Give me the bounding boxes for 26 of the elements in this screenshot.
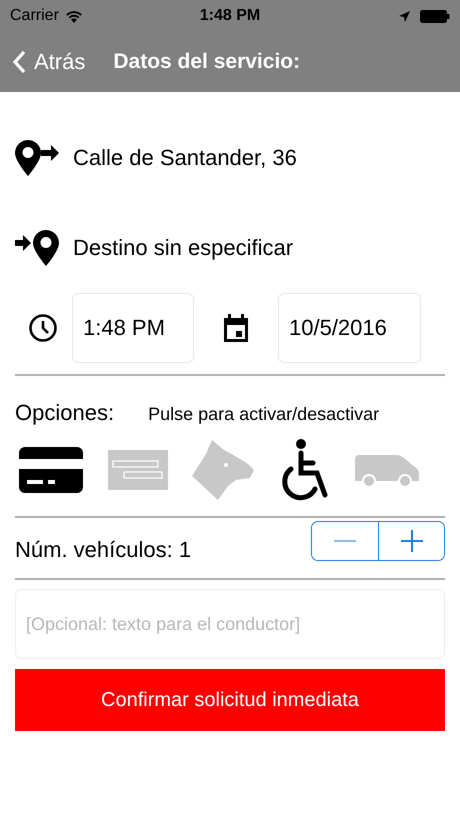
date-field[interactable]: 10/5/2016 [278, 293, 421, 363]
battery-icon [420, 10, 450, 22]
screen-title: Datos del servicio: [113, 50, 300, 74]
carrier-label: Carrier [10, 7, 59, 25]
time-field[interactable]: 1:48 PM [72, 293, 194, 363]
chevron-left-icon [12, 50, 26, 74]
options-label: Opciones: [15, 400, 114, 426]
clock-time: 1:48 PM [200, 7, 260, 25]
count-stepper[interactable] [311, 521, 445, 561]
arrow-pin-icon [15, 230, 59, 266]
options-hint: Pulse para activar/desactivar [148, 404, 380, 425]
credit-card-icon[interactable] [19, 447, 83, 493]
location-arrow-icon [399, 10, 410, 22]
origin-address[interactable]: Calle de Santander, 36 [73, 145, 297, 171]
minus-icon [334, 540, 356, 542]
pin-arrow-icon [15, 140, 59, 176]
vehicle-count: Núm. vehículos: 1 [15, 537, 192, 563]
clock-icon [28, 313, 58, 343]
calendar-icon [222, 313, 250, 343]
plus-icon [400, 529, 424, 553]
wifi-icon [64, 10, 83, 22]
driver-note-field[interactable]: [Opcional: texto para el conductor] [15, 589, 445, 659]
plus-button[interactable] [378, 522, 444, 560]
confirm-button[interactable]: Confirmar solicitud inmediata [15, 669, 445, 731]
destination-address[interactable]: Destino sin especificar [73, 235, 294, 261]
back-button[interactable]: Atrás [12, 49, 86, 75]
